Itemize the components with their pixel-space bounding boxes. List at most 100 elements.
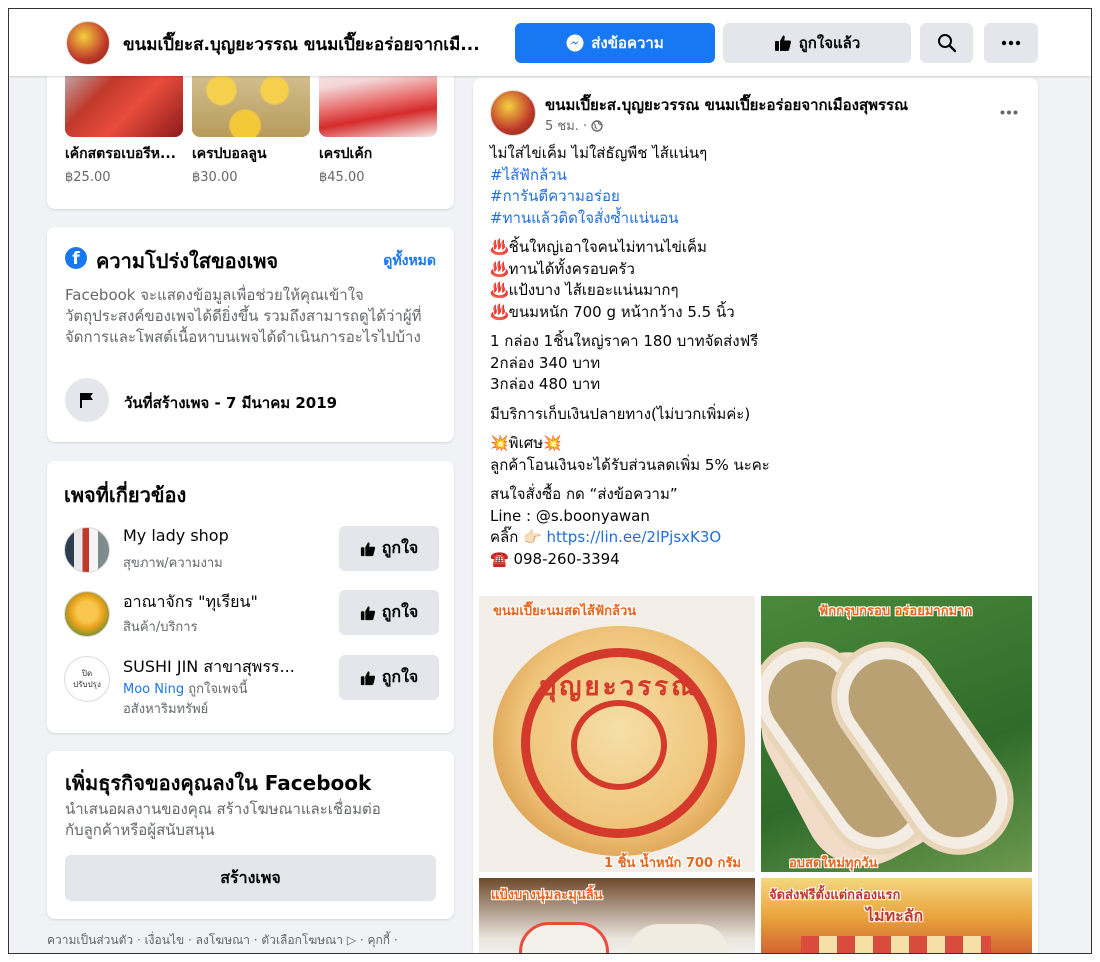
post-paragraph: ไม่ใส่ไข่เค็ม ไม่ใส่ธัญพืช ไส้แน่นๆ #ไส้… [490, 143, 1020, 229]
photo-caption: อบสดใหม่ทุกวัน [789, 856, 878, 871]
line-link[interactable]: https://lin.ee/2lPjsxK3O [547, 528, 722, 546]
flag-icon-circle [65, 378, 109, 422]
related-pages-title: เพจที่เกี่ยวข้อง [64, 483, 187, 507]
post-photo[interactable]: บุญยะวรรณ ขนมเปี๊ยะนมสดไส้ฟักล้วน 1 ชิ้น… [479, 596, 755, 872]
shop-item-price: ฿30.00 [192, 170, 238, 185]
post-paragraph: 💥พิเศษ💥 ลูกค้าโอนเงินจะได้รับส่วนลดเพิ่ม… [490, 433, 1020, 476]
like-page-button[interactable]: ถูกใจ [339, 655, 439, 700]
click-prefix: คลิ๊ก 👉🏻 [490, 528, 547, 546]
post-photo[interactable]: จัดส่งฟรีตั้งแต่กล่องแรก ไม่ทะลัก [761, 878, 1032, 953]
related-page-category: สินค้า/บริการ [123, 620, 198, 635]
shop-item[interactable]: เค้กสตรอเบอรีห... ฿25.00 [65, 59, 183, 185]
liked-button[interactable]: ถูกใจแล้ว [723, 23, 911, 63]
friend-liked-text: Moo Ning ถูกใจเพจนี้ [123, 678, 247, 699]
post-paragraph: สนใจสั่งซื้อ กด “ส่งข้อความ” Line : @s.b… [490, 484, 1020, 570]
add-business-title: เพิ่มธุรกิจของคุณลงใน Facebook [65, 771, 372, 795]
more-dots-icon [1000, 110, 1018, 115]
post-photo[interactable]: แป้งบางนุ่มละมุนลิ้น [479, 878, 755, 953]
related-page-category: อสังหาริมทรัพย์ [123, 702, 209, 717]
page-avatar[interactable] [66, 21, 110, 65]
globe-icon [591, 119, 603, 132]
page-header: ขนมเปี๊ยะส.บุญยะวรรณ ขนมเปี๊ยะอร่อยจากเม… [9, 9, 1091, 76]
post-line: Line : @s.boonyawan [490, 506, 650, 525]
pastry-image [519, 922, 609, 953]
hashtag-link[interactable]: #ทานแล้วติดใจสั่งซ้ำแน่นอน [490, 208, 1020, 230]
create-page-button[interactable]: สร้างเพจ [65, 855, 436, 901]
post-line: ไม่ใส่ไข่เค็ม ไม่ใส่ธัญพืช ไส้แน่นๆ [490, 144, 708, 162]
post-text: ไม่ใส่ไข่เค็ม ไม่ใส่ธัญพืช ไส้แน่นๆ #ไส้… [490, 143, 1020, 578]
friend-liked-suffix: ถูกใจเพจนี้ [184, 682, 248, 697]
related-page-row: อาณาจักร "ทุเรียน" สินค้า/บริการ ถูกใจ [64, 589, 439, 641]
stamp-text: บุญยะวรรณ [539, 672, 699, 702]
related-page-name[interactable]: My lady shop [123, 526, 229, 545]
thumbs-up-icon [360, 541, 375, 556]
thumbs-up-icon [360, 605, 375, 620]
search-button[interactable] [920, 23, 973, 63]
like-page-button[interactable]: ถูกใจ [339, 526, 439, 571]
hashtag-link[interactable]: #ไส้ฟักล้วน [490, 165, 1020, 187]
photo-caption: ฟักกรุบกรอบ อร่อยมากมาก [819, 604, 973, 619]
photo-caption: 1 ชิ้น น้ำหนัก 700 กรัม [604, 856, 741, 871]
avatar-text: ปรับปรุง [73, 680, 101, 689]
shop-item[interactable]: เครปบอลลูน ฿30.00 [192, 59, 310, 185]
page-transparency-card: f ความโปร่งใสของเพจ ดูทั้งหมด Facebook จ… [47, 227, 454, 442]
page-created-date: วันที่สร้างเพจ - 7 มีนาคม 2019 [124, 394, 338, 412]
post-line: 💥พิเศษ💥 [490, 434, 562, 452]
page-title[interactable]: ขนมเปี๊ยะส.บุญยะวรรณ ขนมเปี๊ยะอร่อยจากเม… [123, 31, 503, 58]
like-label: ถูกใจ [381, 602, 419, 621]
shop-item-price: ฿45.00 [319, 170, 365, 185]
photo-caption: จัดส่งฟรีตั้งแต่กล่องแรก [769, 888, 901, 903]
shop-card: เค้กสตรอเบอรีห... ฿25.00 เครปบอลลูน ฿30.… [47, 59, 454, 209]
related-page-name[interactable]: อาณาจักร "ทุเรียน" [123, 590, 258, 615]
related-page-name[interactable]: SUSHI JIN สาขาสุพรร... [123, 655, 295, 680]
transparency-description: Facebook จะแสดงข้อมูลเพื่อช่วยให้คุณเข้า… [65, 286, 422, 346]
add-business-description: นำเสนอผลงานของคุณ สร้างโฆษณาและเชื่อมต่อ… [65, 800, 381, 839]
post-author-avatar[interactable] [490, 90, 536, 136]
see-all-link[interactable]: ดูทั้งหมด [383, 250, 436, 272]
shop-item-price: ฿25.00 [65, 170, 111, 185]
shop-item-name: เครปเค้ก [319, 146, 373, 162]
shop-item[interactable]: เครปเค้ก ฿45.00 [319, 59, 437, 185]
post-line: ♨️ทานได้ทั้งครอบครัว [490, 259, 635, 278]
more-dots-icon [1001, 40, 1021, 46]
post-line: ♨️ชิ้นใหญ่เอาใจคนไม่ทานไข่เค็ม [490, 238, 707, 256]
like-label: ถูกใจ [381, 667, 419, 686]
post-line: ♨️แป้งบาง ไส้เยอะแน่นมากๆ [490, 281, 679, 299]
like-page-button[interactable]: ถูกใจ [339, 590, 439, 635]
send-message-button[interactable]: ส่งข้อความ [515, 23, 715, 63]
post-line: ♨️ขนมหนัก 700 g หน้ากว้าง 5.5 นิ้ว [490, 302, 735, 321]
related-page-avatar[interactable] [64, 527, 110, 573]
thumbs-up-icon [360, 670, 375, 685]
related-page-avatar[interactable]: ปิด ปรับปรุง [64, 656, 110, 702]
photo-caption: แป้งบางนุ่มละมุนลิ้น [491, 888, 603, 903]
post: ขนมเปี๊ยะส.บุญยะวรรณ ขนมเปี๊ยะอร่อยจากเม… [473, 78, 1038, 953]
pastry-image: บุญยะวรรณ [493, 626, 745, 856]
red-stamp-inner [571, 700, 667, 790]
related-pages-card: เพจที่เกี่ยวข้อง My lady shop สุขภาพ/ควา… [47, 461, 454, 733]
post-timestamp[interactable]: 5 ชม. · [545, 115, 603, 136]
packaging-image [801, 936, 991, 953]
avatar-text: ปิด [81, 669, 93, 678]
messenger-icon [566, 34, 584, 52]
post-photo[interactable]: ฟักกรุบกรอบ อร่อยมากมาก อบสดใหม่ทุกวัน [761, 596, 1032, 872]
post-line: ☎️ 098-260-3394 [490, 549, 620, 568]
photo-caption: ไม่ทะลัก [866, 906, 924, 925]
post-line: 1 กล่อง 1ชิ้นใหญ่ราคา 180 บาทจัดส่งฟรี [490, 332, 759, 350]
post-options-button[interactable] [1000, 96, 1018, 120]
shop-item-name: เครปบอลลูน [192, 146, 267, 162]
post-line: 2กล่อง 340 บาท [490, 353, 601, 372]
post-author-name[interactable]: ขนมเปี๊ยะส.บุญยะวรรณ ขนมเปี๊ยะอร่อยจากเม… [545, 93, 908, 117]
hashtag-link[interactable]: #การันตีความอร่อย [490, 186, 1020, 208]
footer-links[interactable]: ความเป็นส่วนตัว · เงื่อนไข · ลงโฆษณา · ต… [47, 931, 457, 950]
related-page-avatar[interactable] [64, 591, 110, 637]
send-message-label: ส่งข้อความ [591, 34, 664, 52]
browser-frame: ขนมเปี๊ยะส.บุญยะวรรณ ขนมเปี๊ยะอร่อยจากเม… [8, 8, 1092, 954]
photo-caption: ขนมเปี๊ยะนมสดไส้ฟักล้วน [493, 604, 637, 619]
more-options-button[interactable] [984, 23, 1038, 63]
post-line: มีบริการเก็บเงินปลายทาง(ไม่บวกเพิ่มค่ะ) [490, 404, 751, 423]
related-page-category: สุขภาพ/ความงาม [123, 556, 223, 571]
friend-name-link[interactable]: Moo Ning [123, 682, 184, 697]
liked-label: ถูกใจแล้ว [798, 34, 861, 52]
post-time-text: 5 ชม. · [545, 119, 588, 134]
facebook-logo-icon: f [65, 247, 87, 269]
